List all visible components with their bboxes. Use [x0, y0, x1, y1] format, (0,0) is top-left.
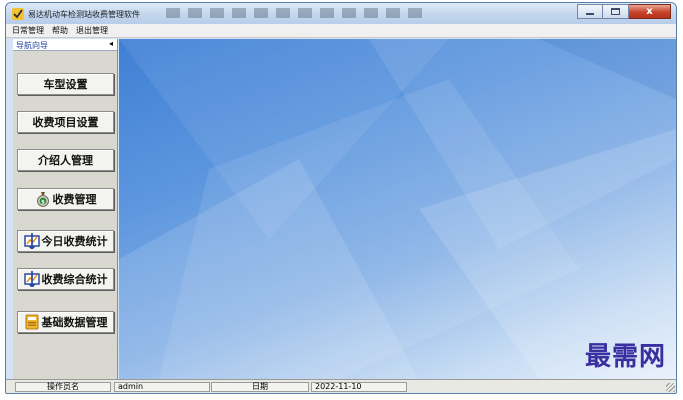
sidebar-header: 导航向导 ◂ — [13, 39, 117, 51]
nav-label: 收费综合统计 — [41, 273, 108, 286]
nav-basic-data-management-button[interactable]: 基础数据管理 — [17, 311, 114, 333]
main-content-area: 最需网 — [119, 39, 676, 379]
menu-bar: 日常管理 帮助 退出管理 — [6, 24, 676, 38]
nav-label: 车型设置 — [43, 78, 88, 91]
navigation-sidebar: 导航向导 ◂ 车型设置 收费项目设置 介绍人管理 $ 收费管理 今日收费统计 收… — [13, 39, 118, 379]
minimize-button[interactable] — [577, 4, 603, 19]
nav-vehicle-type-settings-button[interactable]: 车型设置 — [17, 73, 114, 95]
operator-value: admin — [114, 382, 210, 392]
nav-today-statistics-button[interactable]: 今日收费统计 — [17, 230, 114, 252]
nav-label: 收费管理 — [52, 193, 97, 206]
collapse-arrow-icon[interactable]: ◂ — [109, 39, 113, 48]
nav-label: 收费项目设置 — [32, 116, 99, 129]
nav-fee-item-settings-button[interactable]: 收费项目设置 — [17, 111, 114, 133]
menu-exit-management[interactable]: 退出管理 — [76, 25, 108, 36]
title-bar[interactable]: 易达机动车检测站收费管理软件 x — [6, 3, 676, 24]
statistics-chart-icon — [23, 271, 40, 288]
minimize-icon — [586, 13, 594, 15]
status-bar: 操作员名 admin 日期 2022-11-10 — [6, 379, 676, 393]
menu-help[interactable]: 帮助 — [52, 25, 68, 36]
date-label: 日期 — [211, 382, 309, 392]
nav-label: 基础数据管理 — [41, 316, 108, 329]
window-title: 易达机动车检测站收费管理软件 — [28, 10, 140, 19]
date-value: 2022-11-10 — [311, 382, 407, 392]
money-bag-icon: $ — [35, 191, 51, 207]
maximize-icon — [611, 8, 620, 15]
background-wallpaper — [119, 39, 676, 379]
menu-daily-management[interactable]: 日常管理 — [12, 25, 44, 36]
nav-comprehensive-statistics-button[interactable]: 收费综合统计 — [17, 268, 114, 290]
svg-text:$: $ — [41, 199, 45, 205]
close-button[interactable]: x — [629, 4, 671, 19]
watermark-text: 最需网 — [584, 342, 666, 372]
statistics-chart-icon — [23, 233, 40, 250]
app-window: 易达机动车检测站收费管理软件 x 日常管理 帮助 退出管理 导航向导 ◂ 车型设… — [5, 2, 677, 394]
nav-label: 介绍人管理 — [38, 154, 93, 167]
maximize-button[interactable] — [603, 4, 629, 19]
close-icon: x — [646, 5, 653, 17]
sidebar-header-label: 导航向导 — [16, 41, 48, 50]
operator-label: 操作员名 — [15, 382, 111, 392]
resize-grip-icon[interactable] — [666, 383, 675, 392]
nav-referrer-management-button[interactable]: 介绍人管理 — [17, 149, 114, 171]
window-controls: x — [577, 4, 671, 20]
nav-label: 今日收费统计 — [41, 235, 108, 248]
blurred-title-text — [166, 8, 426, 18]
nav-fee-management-button[interactable]: $ 收费管理 — [17, 188, 114, 210]
database-icon — [24, 314, 40, 330]
app-checkmark-icon — [12, 8, 24, 20]
